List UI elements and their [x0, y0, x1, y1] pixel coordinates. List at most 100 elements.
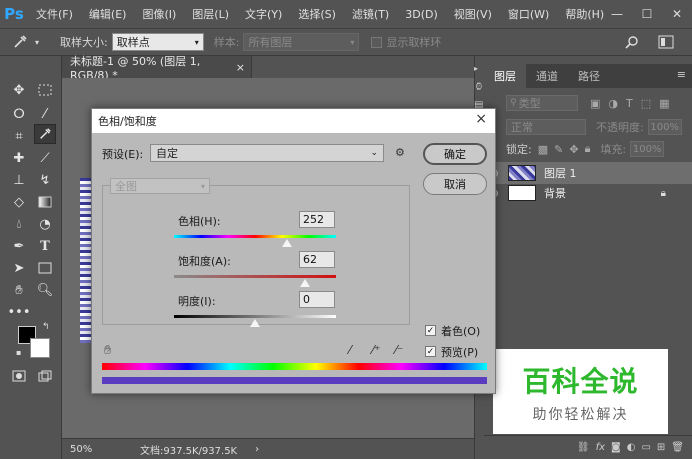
rectangle-tool-icon[interactable]: [34, 258, 56, 278]
close-window-icon[interactable]: ✕: [662, 0, 692, 28]
eyedropper-minus-icon[interactable]: ⁄⁻: [395, 343, 403, 357]
preview-checkbox[interactable]: ✓: [425, 346, 436, 357]
panel-collapse-icon[interactable]: ▸: [474, 64, 484, 73]
swap-colors-icon[interactable]: ↰: [42, 322, 50, 332]
group-icon[interactable]: ▭: [641, 442, 650, 453]
adjustment-icon[interactable]: ◐: [627, 442, 636, 453]
pen-tool-icon[interactable]: ✒︎: [8, 236, 30, 256]
menu-edit[interactable]: 编辑(E): [81, 6, 135, 22]
gear-icon[interactable]: ⚙: [395, 146, 405, 159]
panel-menu-icon[interactable]: ≡: [677, 68, 686, 81]
menu-filter[interactable]: 滤镜(T): [344, 6, 397, 22]
menu-3d[interactable]: 3D(D): [397, 8, 446, 21]
new-layer-icon[interactable]: ⊞: [657, 442, 665, 453]
trash-icon[interactable]: 🗑︎: [671, 442, 684, 453]
eyedropper-preset-icon[interactable]: [8, 32, 32, 52]
filter-type-icon[interactable]: T: [626, 97, 633, 110]
background-color-swatch[interactable]: [30, 338, 50, 358]
lightness-slider-thumb[interactable]: [250, 319, 260, 327]
zoom-tool-icon[interactable]: 🔍︎: [34, 280, 56, 300]
sample-select[interactable]: 所有图层 ▾: [243, 33, 360, 51]
fill-field[interactable]: 100%: [630, 141, 665, 157]
lock-image-icon[interactable]: ✎: [554, 143, 563, 156]
path-selection-tool-icon[interactable]: ➤: [8, 258, 30, 278]
menu-image[interactable]: 图像(I): [134, 6, 184, 22]
cancel-button[interactable]: 取消: [423, 173, 487, 195]
saturation-input[interactable]: 62: [299, 251, 335, 268]
menu-layer[interactable]: 图层(L): [184, 6, 237, 22]
filter-shape-icon[interactable]: ⬚: [641, 97, 651, 110]
saturation-slider-track[interactable]: [174, 275, 336, 278]
fx-icon[interactable]: fx: [596, 442, 605, 453]
tab-paths[interactable]: 路径: [568, 64, 610, 88]
zoom-field[interactable]: 50%: [70, 441, 106, 457]
type-tool-icon[interactable]: T: [34, 236, 56, 256]
gradient-tool-icon[interactable]: [34, 192, 56, 212]
clone-stamp-tool-icon[interactable]: ⊥: [8, 170, 30, 190]
dialog-titlebar[interactable]: 色相/饱和度 ×: [92, 109, 495, 133]
eraser-tool-icon[interactable]: ◇: [8, 192, 30, 212]
minimize-icon[interactable]: —: [602, 0, 632, 28]
lightness-slider-track[interactable]: [174, 315, 336, 318]
link-icon[interactable]: ⛓︎: [577, 442, 590, 453]
dodge-tool-icon[interactable]: ◔: [34, 214, 56, 234]
marquee-tool-icon[interactable]: [34, 80, 56, 100]
blend-mode-select[interactable]: 正常: [506, 119, 586, 135]
lock-transparent-icon[interactable]: ▩: [538, 143, 548, 156]
menu-file[interactable]: 文件(F): [28, 6, 81, 22]
close-icon[interactable]: ×: [475, 111, 487, 127]
chevron-down-icon[interactable]: ▾: [32, 32, 42, 52]
targeted-adjustment-hand-icon[interactable]: ✋︎: [104, 343, 111, 358]
status-menu-arrow[interactable]: ›: [255, 444, 259, 455]
hue-slider-track[interactable]: [174, 235, 336, 238]
menu-view[interactable]: 视图(V): [446, 6, 500, 22]
layer-row-background[interactable]: ◉ 背景 🔒︎: [484, 182, 692, 204]
eyedropper-tool-icon[interactable]: [34, 124, 56, 144]
colorize-checkbox[interactable]: ✓: [425, 325, 436, 336]
history-icon[interactable]: ⌚︎: [474, 79, 484, 94]
menu-type[interactable]: 文字(Y): [237, 6, 290, 22]
eyedropper-icon[interactable]: ⁄: [349, 343, 351, 357]
filter-pixel-icon[interactable]: ▣: [590, 97, 600, 110]
filter-adjustment-icon[interactable]: ◑: [608, 97, 618, 110]
preset-select[interactable]: 自定 ⌄: [150, 144, 384, 162]
move-tool-icon[interactable]: ✥: [8, 80, 30, 100]
workspace-icon[interactable]: [654, 32, 678, 52]
channel-select[interactable]: 全图 ▾: [110, 178, 210, 194]
maximize-icon[interactable]: ☐: [632, 0, 662, 28]
menu-select[interactable]: 选择(S): [290, 6, 344, 22]
history-brush-tool-icon[interactable]: ↯: [34, 170, 56, 190]
lasso-tool-icon[interactable]: ⵔ: [8, 104, 30, 124]
hue-input[interactable]: 252: [299, 211, 335, 228]
mask-icon[interactable]: ◙: [611, 442, 621, 453]
saturation-slider-thumb[interactable]: [300, 279, 311, 287]
tab-channels[interactable]: 通道: [526, 64, 568, 88]
filter-smart-icon[interactable]: ▦: [659, 97, 669, 110]
brush-tool-icon[interactable]: ⟋: [34, 148, 56, 168]
quick-mask-icon[interactable]: [8, 366, 30, 386]
show-ring-checkbox[interactable]: [371, 36, 383, 48]
document-tab[interactable]: 未标题-1 @ 50% (图层 1, RGB/8) * ×: [62, 55, 252, 82]
search-icon[interactable]: [620, 32, 644, 52]
default-colors-icon[interactable]: ▪: [16, 348, 21, 357]
magic-wand-tool-icon[interactable]: ⁄: [34, 104, 56, 124]
layer-row-layer1[interactable]: ◉ 图层 1: [484, 162, 692, 184]
blur-tool-icon[interactable]: 💧︎: [8, 214, 30, 234]
healing-brush-tool-icon[interactable]: ✚: [8, 148, 30, 168]
lightness-input[interactable]: 0: [299, 291, 335, 308]
sample-size-select[interactable]: 取样点 ▾: [111, 33, 204, 51]
more-tools-icon[interactable]: •••: [8, 302, 31, 322]
close-tab-icon[interactable]: ×: [236, 61, 245, 74]
lock-all-icon[interactable]: 🔒︎: [585, 142, 591, 156]
ok-button[interactable]: 确定: [423, 143, 487, 165]
eyedropper-plus-icon[interactable]: ⁄⁺: [372, 343, 380, 357]
opacity-field[interactable]: 100%: [647, 119, 682, 135]
lock-position-icon[interactable]: ✥: [569, 143, 578, 156]
hand-tool-icon[interactable]: ✋︎: [8, 280, 30, 300]
menu-window[interactable]: 窗口(W): [500, 6, 557, 22]
crop-tool-icon[interactable]: ⌗: [8, 126, 30, 146]
layer-filter-select[interactable]: ⚲ 类型: [506, 95, 578, 111]
screen-mode-icon[interactable]: [34, 366, 56, 386]
hue-slider-thumb[interactable]: [282, 239, 293, 247]
tab-layers[interactable]: 图层: [484, 64, 526, 88]
